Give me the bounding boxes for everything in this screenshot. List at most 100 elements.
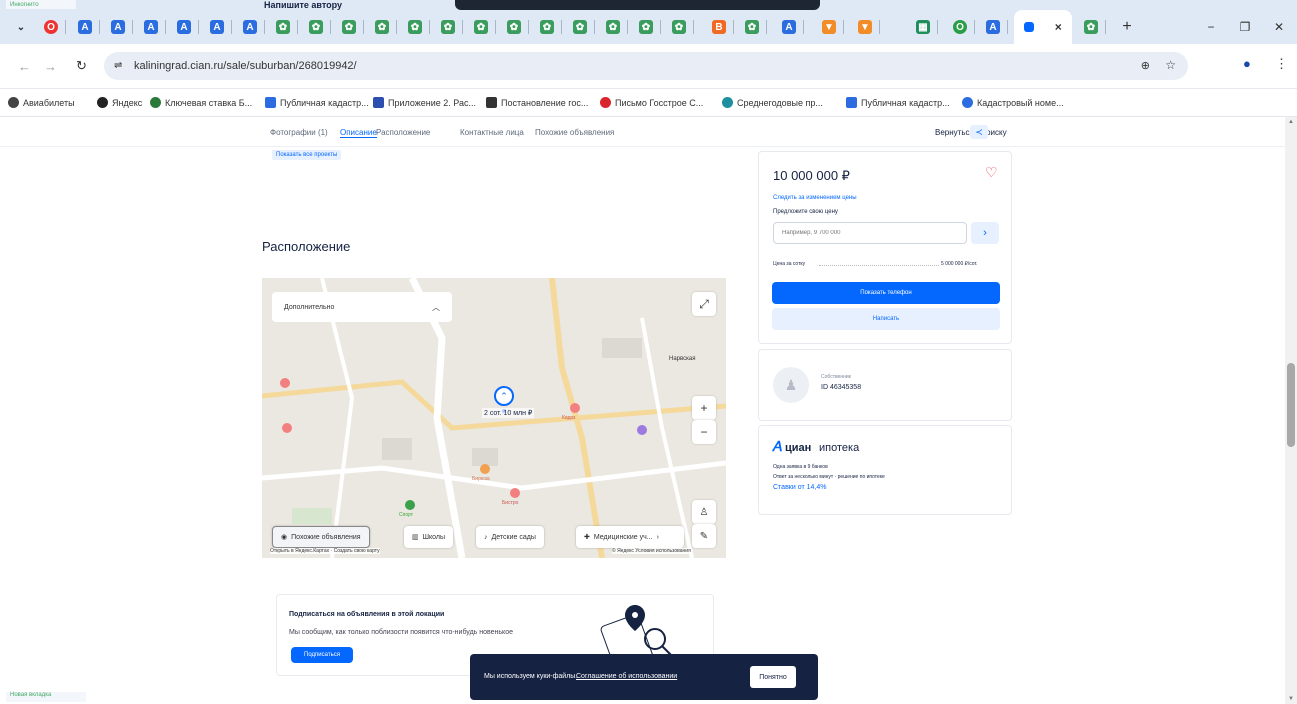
- tab-pkk-6[interactable]: ✿: [433, 14, 463, 40]
- share-icon[interactable]: ≺: [970, 125, 988, 139]
- scroll-thumb[interactable]: [1287, 363, 1295, 447]
- map-streetview-button[interactable]: ♙: [692, 500, 716, 524]
- tab-opera[interactable]: O: [36, 14, 66, 40]
- map-fullscreen-button[interactable]: ⤢: [692, 292, 716, 316]
- poi-marker-icon[interactable]: [280, 378, 290, 388]
- tab-green-circle[interactable]: O: [945, 14, 975, 40]
- tab-pkk-12[interactable]: ✿: [631, 14, 661, 40]
- map-attribution-left[interactable]: Открыть в Яндекс.Картах · Создать свою к…: [270, 548, 380, 554]
- tab-pkk-1[interactable]: ✿: [268, 14, 298, 40]
- poi-marker-icon[interactable]: [637, 425, 647, 435]
- tab-pkk-4[interactable]: ✿: [367, 14, 397, 40]
- map-chip-medical[interactable]: ✚ Медицинские уч... ›: [576, 526, 684, 548]
- write-message-button[interactable]: Написать: [772, 308, 1000, 330]
- tab-avito-8[interactable]: A: [978, 14, 1008, 40]
- bookmark-item[interactable]: Кадастровый номе...: [962, 97, 1064, 108]
- tab-pkk-7[interactable]: ✿: [466, 14, 496, 40]
- bookmark-item[interactable]: Авиабилеты: [8, 97, 75, 108]
- tab-list-button[interactable]: ⌄: [10, 14, 32, 40]
- reload-icon[interactable]: ↻: [76, 58, 87, 74]
- map-chip-similar[interactable]: ◉ Похожие объявления: [272, 526, 370, 548]
- offer-price-input[interactable]: [773, 222, 967, 244]
- map-zoom-out-button[interactable]: −: [692, 420, 716, 444]
- tab-active-cian[interactable]: ×: [1014, 10, 1072, 44]
- window-maximize-button[interactable]: ❐: [1230, 14, 1260, 40]
- tab-sheets[interactable]: ▦: [908, 14, 938, 40]
- poi-marker-icon[interactable]: [282, 423, 292, 433]
- bookmark-item[interactable]: Среднегодовые пр...: [722, 97, 823, 108]
- bookmark-item[interactable]: Приложение 2. Рас...: [373, 97, 476, 108]
- tab-avito-3[interactable]: A: [136, 14, 166, 40]
- tab-pkk-15[interactable]: ✿: [1076, 14, 1106, 40]
- bookmark-item[interactable]: Публичная кадастр...: [846, 97, 950, 108]
- tab-orange-1[interactable]: ▼: [814, 14, 844, 40]
- site-info-icon[interactable]: ⇌: [114, 60, 122, 71]
- mortgage-card[interactable]: 𝘈 циан ипотека Одна заявка в 9 банков От…: [758, 425, 1012, 515]
- profile-icon[interactable]: ●: [1243, 56, 1251, 71]
- tab-pkk-3[interactable]: ✿: [334, 14, 364, 40]
- poi-marker-icon[interactable]: [405, 500, 415, 510]
- menu-icon[interactable]: ⋮: [1275, 56, 1288, 72]
- offer-price-submit[interactable]: ›: [971, 222, 999, 244]
- star-icon[interactable]: ☆: [1165, 58, 1176, 72]
- zoom-icon[interactable]: ⊕: [1141, 59, 1150, 72]
- tab-avito-5[interactable]: A: [202, 14, 232, 40]
- tab-pkk-14[interactable]: ✿: [737, 14, 767, 40]
- map-layers-dropdown[interactable]: Дополнительно ︿: [272, 292, 452, 322]
- tab-avito-7[interactable]: A: [774, 14, 804, 40]
- back-icon[interactable]: ←: [18, 59, 31, 74]
- show-phone-button[interactable]: Показать телефон: [772, 282, 1000, 304]
- nav-item-photos[interactable]: Фотографии (1): [270, 128, 328, 137]
- nav-item-similar[interactable]: Похожие объявления: [535, 128, 614, 137]
- window-close-button[interactable]: ✕: [1264, 14, 1294, 40]
- tab-pkk-11[interactable]: ✿: [598, 14, 628, 40]
- spreadsheet-icon: ▦: [916, 20, 930, 34]
- bookmark-item[interactable]: Яндекс: [97, 97, 142, 108]
- poi-marker-icon[interactable]: [570, 403, 580, 413]
- map-chip-schools[interactable]: ▥ Школы: [404, 526, 454, 548]
- mortgage-rate-link[interactable]: Ставки от 14,4%: [773, 484, 826, 491]
- window-minimize-button[interactable]: −: [1196, 14, 1226, 40]
- address-bar[interactable]: ⇌ kaliningrad.cian.ru/sale/suburban/2680…: [104, 52, 1188, 80]
- tab-avito-6[interactable]: A: [235, 14, 265, 40]
- scroll-down-icon[interactable]: ▼: [1288, 696, 1294, 702]
- owner-id[interactable]: ID 46345358: [821, 384, 861, 391]
- tab-avito-2[interactable]: A: [103, 14, 133, 40]
- poi-marker-icon[interactable]: [480, 464, 490, 474]
- tab-avito-4[interactable]: A: [169, 14, 199, 40]
- map-attribution-right[interactable]: © Яндекс Условия использования: [612, 548, 691, 554]
- tab-orange-2[interactable]: ▼: [850, 14, 880, 40]
- map-ruler-button[interactable]: ✎: [692, 524, 716, 548]
- scroll-up-icon[interactable]: ▲: [1288, 119, 1294, 125]
- map-zoom-in-button[interactable]: +: [692, 396, 716, 420]
- tab-pkk-5[interactable]: ✿: [400, 14, 430, 40]
- bookmark-item[interactable]: Письмо Госстрое С...: [600, 97, 703, 108]
- tab-pkk-13[interactable]: ✿: [664, 14, 694, 40]
- map-chip-kindergartens[interactable]: ♪ Детские сады: [476, 526, 544, 548]
- star-red-icon: [600, 97, 611, 108]
- location-map[interactable]: Дополнительно ︿ ⤢ + − ♙ ✎ ⌃ 2 сот. 10 мл…: [262, 278, 726, 558]
- poi-marker-icon[interactable]: [510, 488, 520, 498]
- nav-item-contacts[interactable]: Контактные лица: [460, 128, 524, 137]
- subscribe-button[interactable]: Подписаться: [291, 647, 353, 663]
- forward-icon[interactable]: →: [44, 59, 57, 74]
- nav-item-location[interactable]: Расположение: [376, 128, 430, 137]
- favorite-heart-icon[interactable]: ♡: [985, 164, 998, 181]
- nav-item-description[interactable]: Описание: [340, 128, 377, 138]
- tab-pkk-8[interactable]: ✿: [499, 14, 529, 40]
- show-all-projects-link[interactable]: Показать все проекты: [272, 150, 342, 160]
- bookmark-item[interactable]: Публичная кадастр...: [265, 97, 369, 108]
- new-tab-button[interactable]: +: [1112, 14, 1142, 40]
- bookmark-item[interactable]: Постановление гос...: [486, 97, 588, 108]
- tab-pkk-10[interactable]: ✿: [565, 14, 595, 40]
- tab-pkk-9[interactable]: ✿: [532, 14, 562, 40]
- tab-avito-1[interactable]: A: [70, 14, 100, 40]
- tab-blogger[interactable]: B: [704, 14, 734, 40]
- bookmark-item[interactable]: Ключевая ставка Б...: [150, 97, 252, 108]
- tab-pkk-2[interactable]: ✿: [301, 14, 331, 40]
- page-scrollbar[interactable]: ▲ ▼: [1285, 117, 1297, 704]
- tab-close-icon[interactable]: ×: [1055, 20, 1062, 34]
- follow-price-link[interactable]: Следить за изменением цены: [773, 195, 857, 201]
- cookie-accept-button[interactable]: Понятно: [750, 666, 796, 688]
- cookie-policy-link[interactable]: Соглашение об использовании: [576, 673, 677, 680]
